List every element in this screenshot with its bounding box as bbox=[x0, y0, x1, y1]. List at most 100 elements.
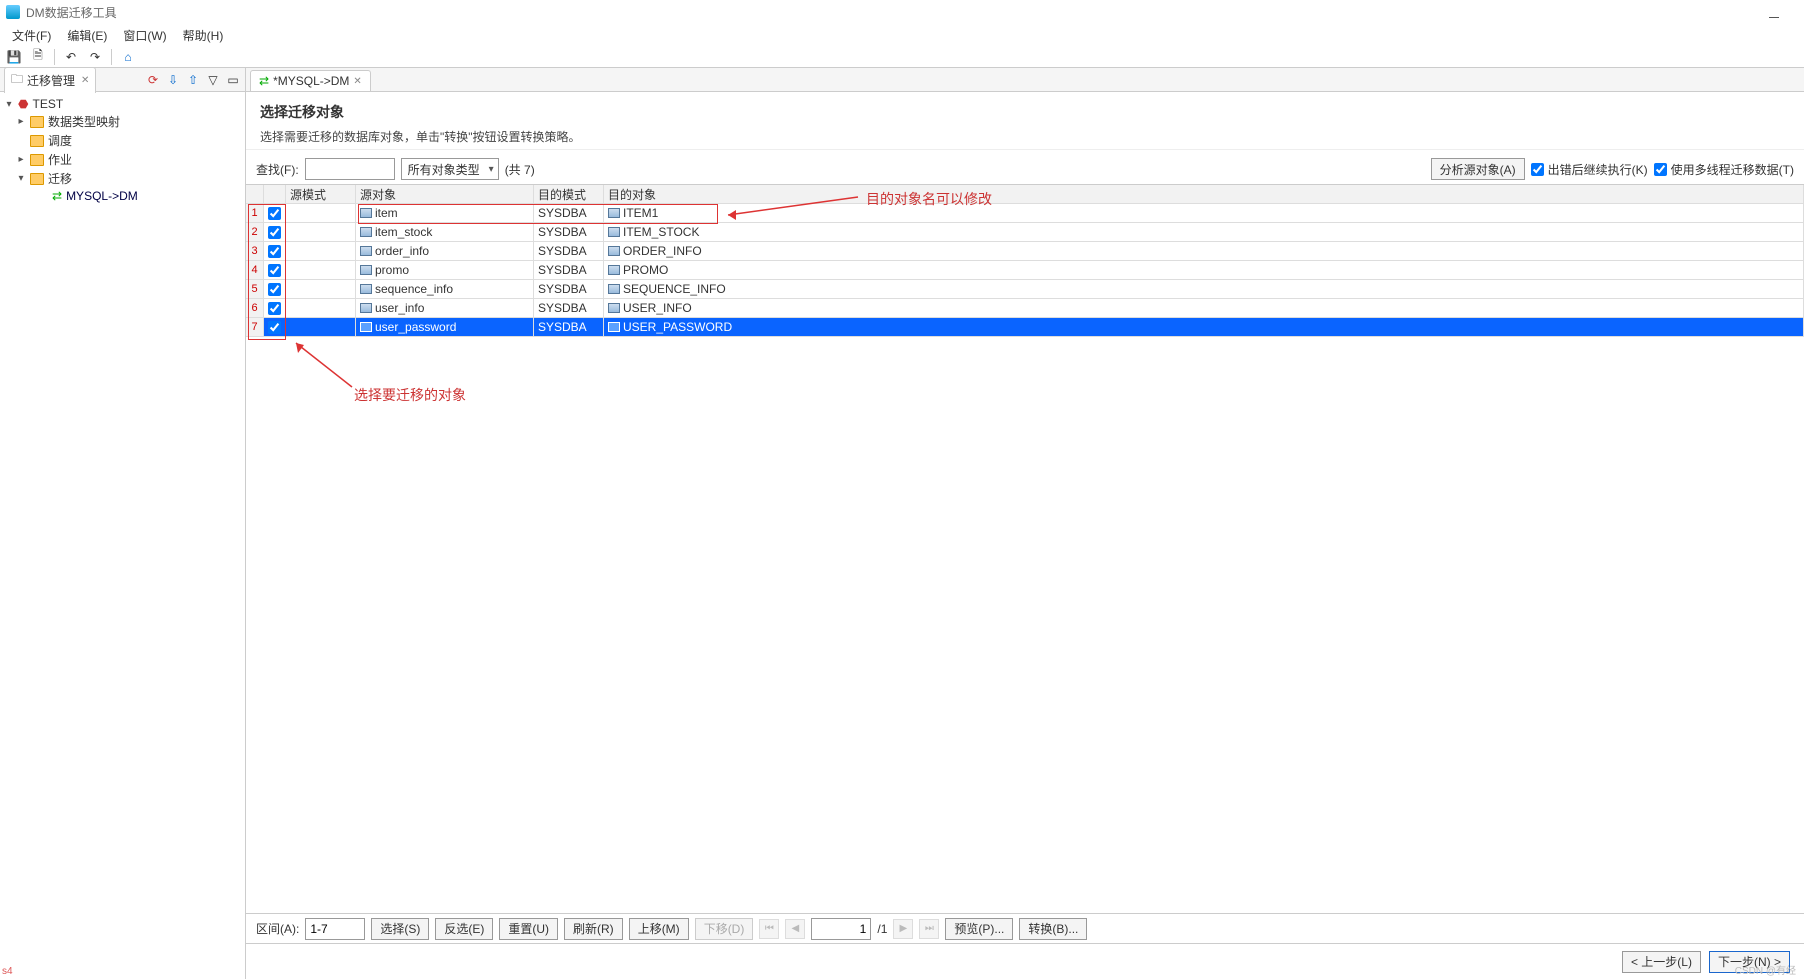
cell-dst-schema[interactable]: SYSDBA bbox=[534, 204, 604, 223]
invert-button[interactable]: 反选(E) bbox=[435, 918, 493, 940]
cell-src-schema[interactable] bbox=[286, 318, 356, 337]
close-icon[interactable]: ✕ bbox=[353, 76, 361, 87]
find-input[interactable] bbox=[305, 158, 395, 180]
object-grid-container: 源模式 源对象 目的模式 目的对象 1itemSYSDBAITEM12item_… bbox=[246, 184, 1804, 913]
checkbox-header[interactable] bbox=[264, 185, 286, 204]
cell-dst-schema[interactable]: SYSDBA bbox=[534, 261, 604, 280]
row-checkbox-cell[interactable] bbox=[264, 242, 286, 261]
prev-step-button[interactable]: < 上一步(L) bbox=[1622, 951, 1701, 973]
col-src-object[interactable]: 源对象 bbox=[356, 185, 534, 204]
cell-src-schema[interactable] bbox=[286, 261, 356, 280]
range-input[interactable] bbox=[305, 918, 365, 940]
transform-button[interactable]: 转换(B)... bbox=[1019, 918, 1087, 940]
menu-file[interactable]: 文件(F) bbox=[6, 25, 57, 46]
row-checkbox[interactable] bbox=[268, 207, 281, 220]
close-icon[interactable]: ✕ bbox=[81, 75, 89, 86]
twisty-open-icon[interactable]: ▾ bbox=[16, 174, 26, 184]
refresh-button[interactable]: 刷新(R) bbox=[564, 918, 623, 940]
window-minimize-button[interactable] bbox=[1764, 6, 1784, 18]
collapse-icon[interactable]: ▽ bbox=[205, 72, 221, 88]
cell-dst-object[interactable]: ORDER_INFO bbox=[604, 242, 1804, 261]
col-dst-schema[interactable]: 目的模式 bbox=[534, 185, 604, 204]
cell-src-schema[interactable] bbox=[286, 242, 356, 261]
tree-node-migration[interactable]: ▾ 迁移 bbox=[0, 169, 245, 188]
cell-dst-object[interactable]: ITEM_STOCK bbox=[604, 223, 1804, 242]
row-checkbox-cell[interactable] bbox=[264, 204, 286, 223]
cell-dst-schema[interactable]: SYSDBA bbox=[534, 318, 604, 337]
import-icon[interactable]: ⇩ bbox=[165, 72, 181, 88]
cell-dst-schema[interactable]: SYSDBA bbox=[534, 299, 604, 318]
preview-button[interactable]: 预览(P)... bbox=[945, 918, 1013, 940]
cell-src-object[interactable]: promo bbox=[356, 261, 534, 280]
redo-icon[interactable]: ↷ bbox=[87, 49, 103, 65]
cell-dst-schema[interactable]: SYSDBA bbox=[534, 280, 604, 299]
tree-node-datatype-mapping[interactable]: ▸ 数据类型映射 bbox=[0, 112, 245, 131]
cell-dst-object[interactable]: PROMO bbox=[604, 261, 1804, 280]
menu-help[interactable]: 帮助(H) bbox=[177, 25, 230, 46]
cell-dst-object[interactable]: USER_INFO bbox=[604, 299, 1804, 318]
cell-dst-object[interactable]: SEQUENCE_INFO bbox=[604, 280, 1804, 299]
tree-node-root[interactable]: ▾ ⬣ TEST bbox=[0, 96, 245, 112]
tree-node-job[interactable]: ▸ 作业 bbox=[0, 150, 245, 169]
cell-src-object[interactable]: item bbox=[356, 204, 534, 223]
row-checkbox-cell[interactable] bbox=[264, 318, 286, 337]
use-multithread-checkbox[interactable]: 使用多线程迁移数据(T) bbox=[1654, 161, 1794, 178]
row-checkbox-cell[interactable] bbox=[264, 261, 286, 280]
reset-button[interactable]: 重置(U) bbox=[499, 918, 558, 940]
cell-dst-schema[interactable]: SYSDBA bbox=[534, 242, 604, 261]
home-icon[interactable]: ⌂ bbox=[120, 49, 136, 65]
cell-dst-schema[interactable]: SYSDBA bbox=[534, 223, 604, 242]
export-icon[interactable]: ⇧ bbox=[185, 72, 201, 88]
cell-dst-object[interactable]: ITEM1 bbox=[604, 204, 1804, 223]
cell-src-schema[interactable] bbox=[286, 299, 356, 318]
refresh-tree-icon[interactable]: ⟳ bbox=[145, 72, 161, 88]
editor-tabbar: ⇄ *MYSQL->DM ✕ bbox=[246, 68, 1804, 92]
migration-manager-tab[interactable]: 🗀 迁移管理 ✕ bbox=[4, 67, 96, 93]
save-all-icon[interactable]: 🗎 bbox=[30, 49, 46, 65]
undo-icon[interactable]: ↶ bbox=[63, 49, 79, 65]
checkbox-input[interactable] bbox=[1654, 163, 1667, 176]
col-src-schema[interactable]: 源模式 bbox=[286, 185, 356, 204]
move-up-button[interactable]: 上移(M) bbox=[629, 918, 689, 940]
twisty-open-icon[interactable]: ▾ bbox=[4, 99, 14, 109]
row-checkbox-cell[interactable] bbox=[264, 223, 286, 242]
row-checkbox[interactable] bbox=[268, 245, 281, 258]
row-checkbox-cell[interactable] bbox=[264, 299, 286, 318]
checkbox-input[interactable] bbox=[1531, 163, 1544, 176]
annotation-arrow-bottom bbox=[282, 335, 362, 395]
minimize-view-icon[interactable]: ▭ bbox=[225, 72, 241, 88]
cell-src-schema[interactable] bbox=[286, 204, 356, 223]
cell-src-schema[interactable] bbox=[286, 223, 356, 242]
object-type-combo[interactable]: 所有对象类型 bbox=[401, 158, 499, 180]
select-button[interactable]: 选择(S) bbox=[371, 918, 429, 940]
continue-on-error-checkbox[interactable]: 出错后继续执行(K) bbox=[1531, 161, 1648, 178]
save-icon[interactable]: 💾 bbox=[6, 49, 22, 65]
menu-edit[interactable]: 编辑(E) bbox=[61, 25, 113, 46]
object-grid: 源模式 源对象 目的模式 目的对象 1itemSYSDBAITEM12item_… bbox=[246, 185, 1804, 337]
page-input[interactable] bbox=[811, 918, 871, 940]
cell-src-object[interactable]: sequence_info bbox=[356, 280, 534, 299]
twisty-closed-icon[interactable]: ▸ bbox=[16, 117, 26, 127]
row-checkbox[interactable] bbox=[268, 302, 281, 315]
row-checkbox[interactable] bbox=[268, 321, 281, 334]
table-icon bbox=[608, 284, 620, 294]
cell-src-object[interactable]: order_info bbox=[356, 242, 534, 261]
cell-dst-object[interactable]: USER_PASSWORD bbox=[604, 318, 1804, 337]
row-checkbox[interactable] bbox=[268, 226, 281, 239]
menu-window[interactable]: 窗口(W) bbox=[117, 25, 172, 46]
tree-node-schedule[interactable]: ▸ 调度 bbox=[0, 131, 245, 150]
row-checkbox-cell[interactable] bbox=[264, 280, 286, 299]
cell-src-object[interactable]: user_info bbox=[356, 299, 534, 318]
table-icon bbox=[608, 227, 620, 237]
row-checkbox[interactable] bbox=[268, 283, 281, 296]
cell-src-schema[interactable] bbox=[286, 280, 356, 299]
col-dst-object[interactable]: 目的对象 bbox=[604, 185, 1804, 204]
tree-node-mysql-to-dm[interactable]: ⇄ MYSQL->DM bbox=[0, 188, 245, 204]
row-checkbox[interactable] bbox=[268, 264, 281, 277]
analyze-source-button[interactable]: 分析源对象(A) bbox=[1431, 158, 1525, 180]
row-number: 6 bbox=[246, 299, 264, 318]
cell-src-object[interactable]: user_password bbox=[356, 318, 534, 337]
cell-src-object[interactable]: item_stock bbox=[356, 223, 534, 242]
twisty-closed-icon[interactable]: ▸ bbox=[16, 155, 26, 165]
editor-tab-mysql-dm[interactable]: ⇄ *MYSQL->DM ✕ bbox=[250, 70, 371, 91]
